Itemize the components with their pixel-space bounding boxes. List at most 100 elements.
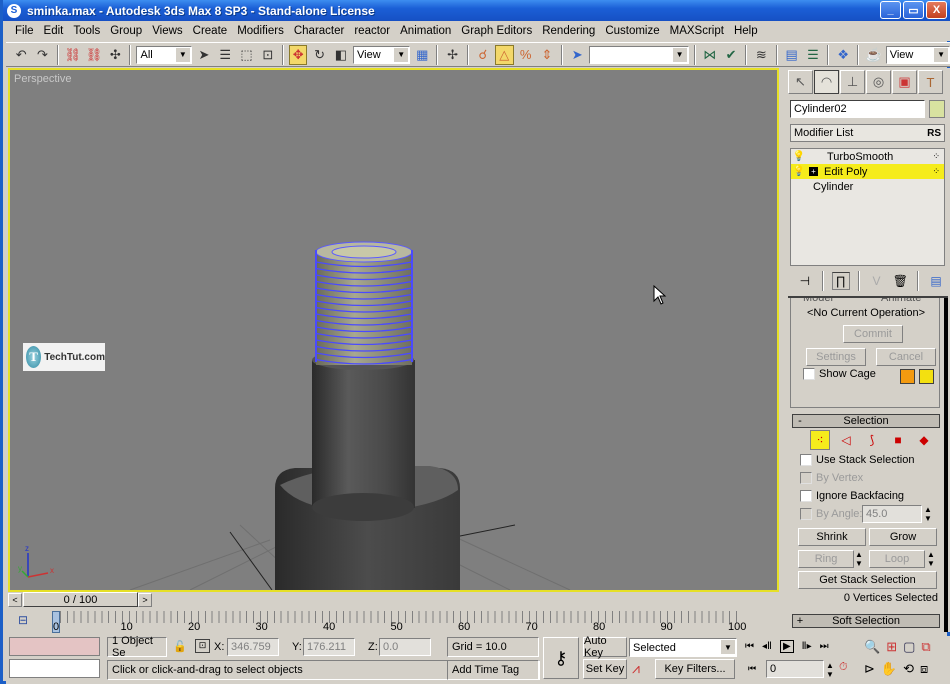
lightbulb-icon[interactable]: 💡 xyxy=(791,166,807,177)
y-coordinate-field[interactable]: 176.211 xyxy=(303,638,355,656)
chevron-down-icon[interactable]: ▼ xyxy=(934,47,949,62)
3dsmax-icon[interactable]: S xyxy=(7,3,21,18)
key-mode-dropdown[interactable]: Selected ▼ xyxy=(629,638,737,657)
unlink-icon[interactable]: ⛓ xyxy=(85,45,103,65)
z-coordinate-field[interactable]: 0.0 xyxy=(379,638,431,656)
frame-spinner[interactable]: ▲ ▼ xyxy=(826,661,834,679)
undo-icon[interactable]: ↶ xyxy=(12,45,30,65)
use-pivot-center-icon[interactable]: ▦ xyxy=(413,45,431,65)
cage-color-swatch-2[interactable] xyxy=(919,369,934,384)
checkbox-box[interactable] xyxy=(803,368,815,380)
bind-space-warp-icon[interactable]: ✣ xyxy=(106,45,124,65)
menu-character[interactable]: Character xyxy=(289,25,350,37)
x-coordinate-field[interactable]: 346.759 xyxy=(227,638,279,656)
commit-button[interactable]: Commit xyxy=(843,325,903,343)
checkbox-box[interactable] xyxy=(800,472,812,484)
settings-button[interactable]: Settings xyxy=(806,348,866,366)
maximize-button[interactable]: ▭ xyxy=(903,1,924,19)
chevron-down-icon[interactable]: ▼ xyxy=(721,640,735,654)
border-level-icon[interactable]: ⟆ xyxy=(862,430,882,450)
menu-graph-editors[interactable]: Graph Editors xyxy=(456,25,537,37)
by-angle-value-field[interactable]: 45.0 xyxy=(862,505,922,523)
ref-coord-dropdown[interactable]: View ▼ xyxy=(353,45,411,64)
percent-snap-icon[interactable]: % xyxy=(517,45,535,65)
loop-spinner[interactable]: ▲ ▼ xyxy=(927,550,935,568)
by-vertex-checkbox[interactable]: By Vertex xyxy=(800,472,863,484)
menu-customize[interactable]: Customize xyxy=(600,25,664,37)
mode-animate-radio[interactable]: Animate xyxy=(881,298,921,304)
menu-reactor[interactable]: reactor xyxy=(349,25,395,37)
chevron-down-icon[interactable]: ▼ xyxy=(672,47,687,62)
menu-modifiers[interactable]: Modifiers xyxy=(232,25,289,37)
configure-modifier-sets-icon[interactable]: ▤ xyxy=(927,272,945,290)
set-key-button[interactable]: Set Key xyxy=(583,659,627,679)
display-tab-icon[interactable]: ▣ xyxy=(892,70,917,94)
ignore-backfacing-checkbox[interactable]: Ignore Backfacing xyxy=(800,490,904,502)
play-icon[interactable]: ▶ xyxy=(779,640,794,653)
current-frame-field[interactable]: 0 xyxy=(766,660,824,678)
make-unique-icon[interactable]: V xyxy=(868,272,886,290)
angle-snap-icon[interactable]: △ xyxy=(495,44,514,65)
rollout-scrollbar[interactable] xyxy=(944,298,948,632)
select-by-name-icon[interactable]: ☰ xyxy=(216,45,234,65)
select-manipulate-icon[interactable]: ✢ xyxy=(443,45,461,65)
time-slider-thumb[interactable]: 0 / 100 xyxy=(23,592,138,607)
goto-start-icon[interactable]: ⏮ xyxy=(745,641,754,652)
trackbar[interactable]: ⊟ 0 10 20 30 40 50 60 70 80 90 100 xyxy=(8,609,783,635)
time-next-button[interactable]: > xyxy=(138,593,152,607)
time-configuration-icon[interactable]: ⏱ xyxy=(839,661,848,674)
checkbox-box[interactable] xyxy=(800,508,812,520)
zoom-icon[interactable]: 🔍 xyxy=(864,639,880,655)
field-of-view-icon[interactable]: ⊳ xyxy=(864,661,875,677)
pin-stack-icon[interactable]: ⊣ xyxy=(796,272,814,290)
modifier-rollouts[interactable]: Model Animate <No Current Operation> Com… xyxy=(788,296,948,632)
menu-edit[interactable]: Edit xyxy=(39,25,69,37)
cancel-button[interactable]: Cancel xyxy=(876,348,936,366)
material-editor-icon[interactable]: ❖ xyxy=(834,45,852,65)
spinner-snap-icon[interactable]: ⇕ xyxy=(538,45,556,65)
remove-modifier-icon[interactable]: 🗑 xyxy=(891,272,909,290)
previous-frame-icon[interactable]: ◂Ⅱ xyxy=(762,641,772,652)
rectangular-selection-icon[interactable]: ⬚ xyxy=(237,45,255,65)
stack-item-turbosmooth[interactable]: 💡 TurboSmooth ⁘ xyxy=(791,149,944,164)
menu-maxscript[interactable]: MAXScript xyxy=(665,25,729,37)
mirror-icon[interactable]: ⋈ xyxy=(701,45,719,65)
time-slider[interactable]: < 0 / 100 > xyxy=(8,592,779,608)
key-filters-button[interactable]: Key Filters... xyxy=(655,659,735,679)
next-frame-icon[interactable]: Ⅱ▸ xyxy=(802,641,812,652)
zoom-extents-all-icon[interactable]: ⧉ xyxy=(921,639,930,655)
loop-button[interactable]: Loop xyxy=(869,550,925,568)
curve-editor-icon[interactable]: ▤ xyxy=(783,45,801,65)
maxscript-listener-mini[interactable] xyxy=(9,637,100,656)
utilities-tab-icon[interactable]: T xyxy=(918,70,943,94)
create-tab-icon[interactable]: ↖ xyxy=(788,70,813,94)
key-mode-toggle-icon[interactable]: ⏮ xyxy=(748,663,756,674)
redo-icon[interactable]: ↷ xyxy=(33,45,51,65)
select-and-link-icon[interactable]: ⛓ xyxy=(64,45,82,65)
angle-spinner[interactable]: ▲ ▼ xyxy=(924,505,932,523)
object-color-swatch[interactable] xyxy=(929,100,945,118)
get-stack-selection-button[interactable]: Get Stack Selection xyxy=(798,571,937,589)
lightbulb-icon[interactable]: 💡 xyxy=(791,151,807,162)
cage-color-swatch-1[interactable] xyxy=(900,369,915,384)
schematic-view-icon[interactable]: ☰ xyxy=(804,45,822,65)
zoom-all-icon[interactable]: ⊞ xyxy=(886,639,897,655)
menu-rendering[interactable]: Rendering xyxy=(537,25,600,37)
curve-editor-mini-icon[interactable]: ⊟ xyxy=(18,613,28,627)
stack-item-cylinder[interactable]: Cylinder xyxy=(791,179,944,194)
menu-file[interactable]: File xyxy=(10,25,39,37)
maxscript-input-mini[interactable] xyxy=(9,659,100,678)
expand-plus-icon[interactable]: + xyxy=(809,167,818,176)
set-keys-key-icon[interactable]: ⚷ xyxy=(543,637,579,679)
select-and-scale-icon[interactable]: ◧ xyxy=(332,45,350,65)
close-button[interactable]: X xyxy=(926,1,947,19)
key-tangent-icon[interactable]: ⩘ xyxy=(632,660,640,677)
ring-button[interactable]: Ring xyxy=(798,550,854,568)
checkbox-box[interactable] xyxy=(800,490,812,502)
add-time-tag-button[interactable]: Add Time Tag xyxy=(447,660,539,680)
select-and-move-icon[interactable]: ✥ xyxy=(288,44,308,65)
chevron-down-icon[interactable]: ▼ xyxy=(394,47,409,62)
chevron-down-icon[interactable]: ▼ xyxy=(175,47,190,62)
pan-hand-icon[interactable]: ✋ xyxy=(881,661,897,677)
menu-create[interactable]: Create xyxy=(188,25,233,37)
